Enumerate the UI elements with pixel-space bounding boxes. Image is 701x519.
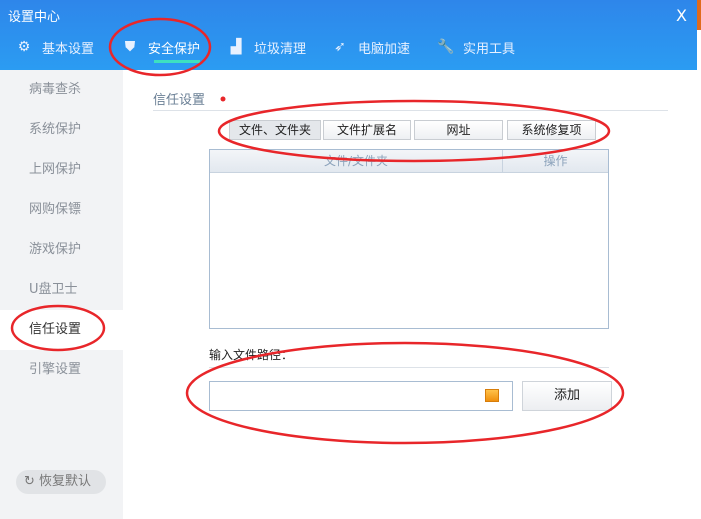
close-icon[interactable]: X <box>676 6 687 25</box>
tab-speedup[interactable]: ➶ 电脑加速 <box>332 36 410 58</box>
shield-icon: ⛊ <box>124 39 136 55</box>
file-path-input[interactable] <box>209 381 513 411</box>
sidebar-item-game-protection[interactable]: 游戏保护 <box>0 230 123 270</box>
sidebar-item-trust-settings[interactable]: 信任设置 <box>0 310 123 350</box>
add-button[interactable]: 添加 <box>522 381 612 411</box>
trust-list-table[interactable]: 文件/文件夹 操作 <box>209 149 609 329</box>
refresh-icon: ↻ <box>24 474 35 489</box>
title-bar: 设置中心 X ⚙ 基本设置 ⛊ 安全保护 ▟ 垃圾清理 ➶ 电脑加速 🔧 实用工具 <box>0 0 697 70</box>
filter-extension-button[interactable]: 文件扩展名 <box>323 120 411 140</box>
tab-basic-settings[interactable]: ⚙ 基本设置 <box>16 36 94 58</box>
sidebar-item-system-protection[interactable]: 系统保护 <box>0 110 123 150</box>
tab-label: 垃圾清理 <box>254 41 307 57</box>
folder-icon[interactable] <box>485 389 499 402</box>
sidebar-item-engine-settings[interactable]: 引擎设置 <box>0 350 123 390</box>
section-title: 信任设置 <box>153 93 206 108</box>
filter-files-folders-button[interactable]: 文件、文件夹 <box>229 120 321 140</box>
sidebar-item-virus-scan[interactable]: 病毒查杀 <box>0 70 123 110</box>
restore-defaults-button[interactable]: ↻ 恢复默认 <box>16 470 106 494</box>
gear-icon: ⚙ <box>17 39 31 55</box>
window-edge <box>697 0 701 519</box>
annotation-dot <box>220 96 226 102</box>
filter-system-repair-button[interactable]: 系统修复项 <box>507 120 596 140</box>
broom-icon: ▟ <box>230 39 242 55</box>
sidebar-item-shopping-guard[interactable]: 网购保镖 <box>0 190 123 230</box>
sidebar-item-web-protection[interactable]: 上网保护 <box>0 150 123 190</box>
tab-cleanup[interactable]: ▟ 垃圾清理 <box>228 36 306 58</box>
tab-label: 基本设置 <box>42 41 95 57</box>
restore-label: 恢复默认 <box>39 474 92 489</box>
window-title: 设置中心 <box>8 10 61 25</box>
sidebar: 病毒查杀 系统保护 上网保护 网购保镖 游戏保护 U盘卫士 信任设置 引擎设置 <box>0 70 123 519</box>
column-header-action: 操作 <box>502 150 608 172</box>
filter-url-button[interactable]: 网址 <box>414 120 503 140</box>
wrench-icon: 🔧 <box>437 39 455 55</box>
rocket-icon: ➶ <box>334 39 346 55</box>
tab-label: 安全保护 <box>148 41 201 57</box>
path-label: 输入文件路径： <box>209 348 294 362</box>
table-header: 文件/文件夹 操作 <box>210 150 608 173</box>
tab-security[interactable]: ⛊ 安全保护 <box>122 36 201 63</box>
sidebar-item-usb-guard[interactable]: U盘卫士 <box>0 270 123 310</box>
divider <box>209 367 609 368</box>
tab-tools[interactable]: 🔧 实用工具 <box>437 36 515 58</box>
tab-label: 实用工具 <box>463 41 516 57</box>
tab-label: 电脑加速 <box>358 41 411 57</box>
column-header-file: 文件/文件夹 <box>323 154 389 168</box>
divider <box>153 110 668 111</box>
